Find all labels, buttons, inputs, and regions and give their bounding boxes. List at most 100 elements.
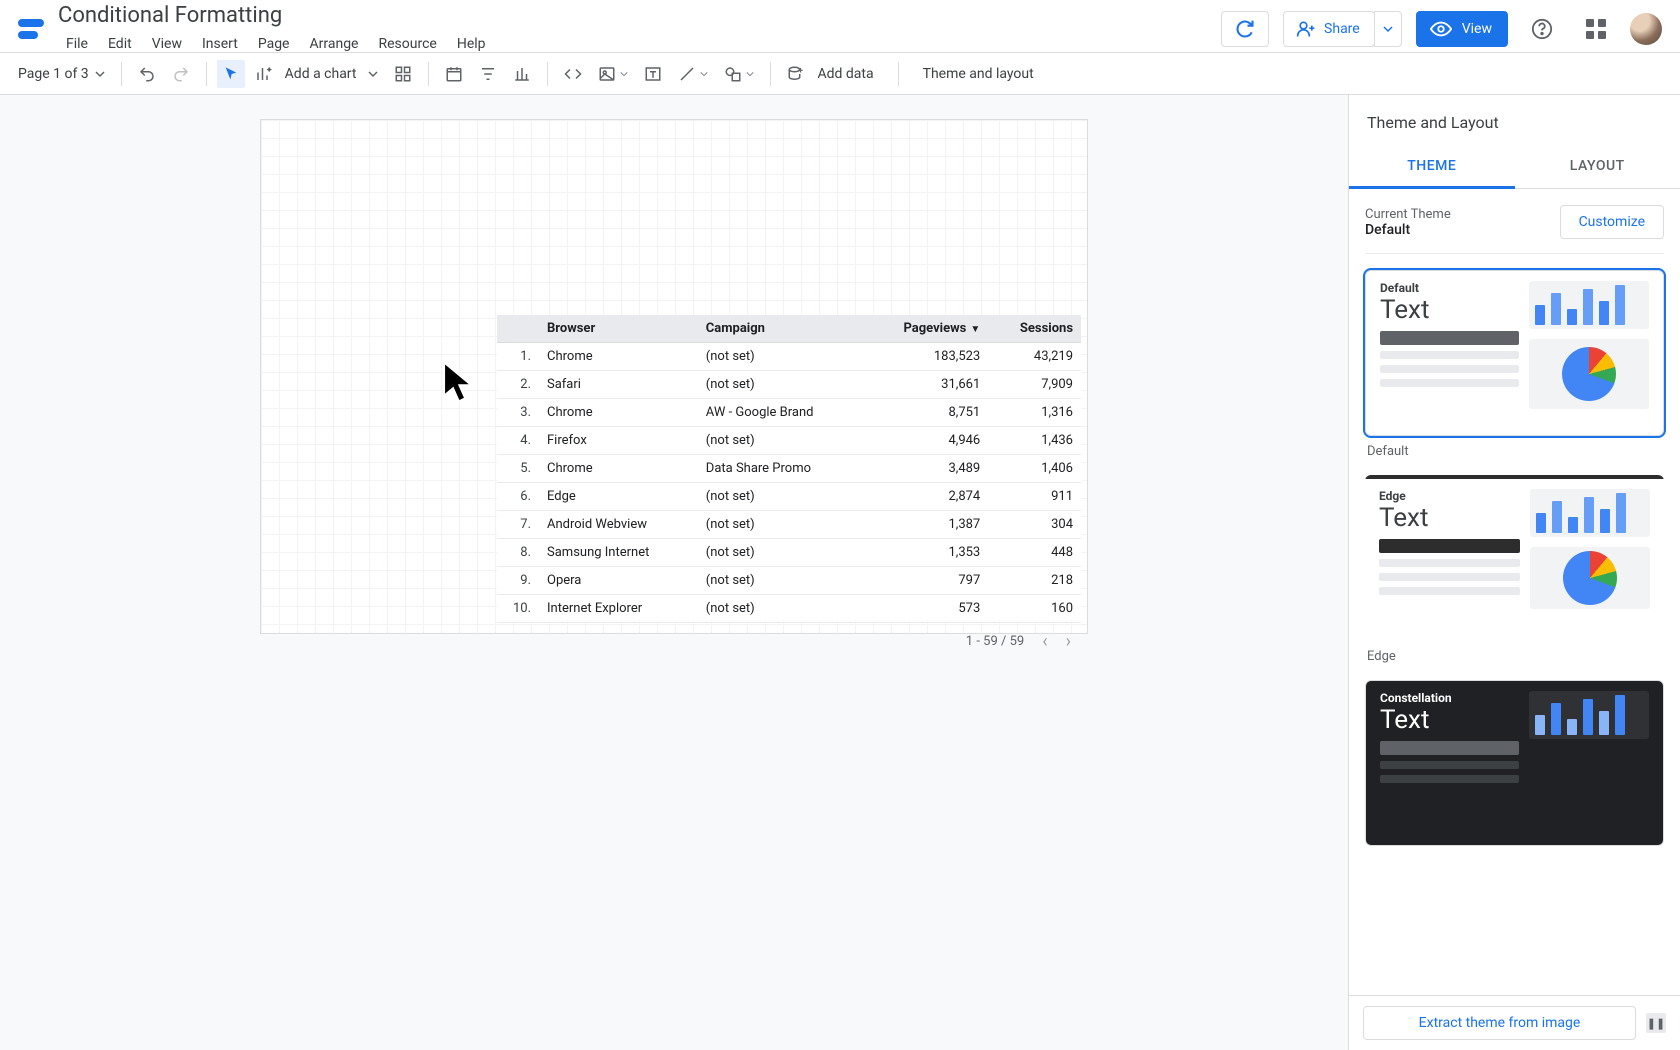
toolbar-separator — [898, 62, 899, 86]
table-header-row: Browser Campaign Pageviews▼ Sessions — [497, 315, 1081, 343]
pager-prev[interactable]: ‹ — [1042, 631, 1047, 652]
table-row[interactable]: 3. Chrome AW - Google Brand 8,751 1,316 — [497, 399, 1081, 427]
col-browser[interactable]: Browser — [539, 315, 698, 343]
filter-control-button[interactable] — [473, 60, 503, 88]
table-chart[interactable]: Browser Campaign Pageviews▼ Sessions 1. … — [497, 315, 1081, 652]
table-row[interactable]: 6. Edge (not set) 2,874 911 — [497, 483, 1081, 511]
date-range-button[interactable] — [439, 60, 469, 88]
cell-browser: Opera — [539, 567, 698, 595]
cell-campaign: (not set) — [698, 371, 864, 399]
table-row[interactable]: 5. Chrome Data Share Promo 3,489 1,406 — [497, 455, 1081, 483]
toolbar-separator — [121, 62, 122, 86]
share-button[interactable]: Share — [1283, 11, 1375, 47]
theme-option-edge[interactable]: Edge Text — [1365, 475, 1664, 641]
cell-sessions: 1,316 — [988, 399, 1081, 427]
report-page[interactable]: Browser Campaign Pageviews▼ Sessions 1. … — [260, 119, 1088, 634]
refresh-icon — [1235, 19, 1255, 39]
person-add-icon — [1296, 19, 1316, 39]
table-row[interactable]: 10. Internet Explorer (not set) 573 160 — [497, 595, 1081, 623]
col-sessions[interactable]: Sessions — [988, 315, 1081, 343]
menu-help[interactable]: Help — [449, 32, 494, 56]
undo-button[interactable] — [132, 60, 162, 88]
theme-layout-panel: Theme and Layout THEME LAYOUT Current Th… — [1348, 95, 1680, 1050]
cell-campaign: Data Share Promo — [698, 455, 864, 483]
theme-option-default[interactable]: Default Text — [1365, 270, 1664, 436]
undo-icon — [138, 65, 156, 83]
redo-button[interactable] — [166, 60, 196, 88]
menu-insert[interactable]: Insert — [194, 32, 246, 56]
view-button[interactable]: View — [1416, 11, 1508, 47]
customize-button[interactable]: Customize — [1560, 205, 1664, 239]
doc-title[interactable]: Conditional Formatting — [58, 3, 494, 30]
table-row[interactable]: 1. Chrome (not set) 183,523 43,219 — [497, 343, 1081, 371]
eye-icon — [1430, 18, 1452, 40]
cell-campaign: (not set) — [698, 567, 864, 595]
col-campaign[interactable]: Campaign — [698, 315, 864, 343]
help-icon — [1531, 18, 1553, 40]
line-button[interactable] — [672, 60, 714, 88]
cell-sessions: 1,436 — [988, 427, 1081, 455]
add-data-button[interactable]: Add data — [781, 60, 887, 88]
cell-sessions: 911 — [988, 483, 1081, 511]
extract-theme-button[interactable]: Extract theme from image — [1363, 1006, 1636, 1040]
pager-range: 1 - 59 / 59 — [966, 634, 1024, 649]
theme-preview-text: Text — [1380, 295, 1519, 325]
table-row[interactable]: 7. Android Webview (not set) 1,387 304 — [497, 511, 1081, 539]
cell-sessions: 1,406 — [988, 455, 1081, 483]
table-row[interactable]: 9. Opera (not set) 797 218 — [497, 567, 1081, 595]
menu-resource[interactable]: Resource — [370, 32, 444, 56]
row-index: 6. — [497, 483, 539, 511]
row-index: 7. — [497, 511, 539, 539]
cell-campaign: (not set) — [698, 539, 864, 567]
tab-theme[interactable]: THEME — [1349, 146, 1515, 189]
selection-tool[interactable] — [217, 60, 245, 88]
community-vis-button[interactable] — [388, 60, 418, 88]
cell-pageviews: 3,489 — [864, 455, 989, 483]
table-row[interactable]: 2. Safari (not set) 31,661 7,909 — [497, 371, 1081, 399]
add-chart-label: Add a chart — [277, 66, 365, 82]
cell-browser: Chrome — [539, 343, 698, 371]
calendar-icon — [445, 65, 463, 83]
shape-button[interactable] — [718, 60, 760, 88]
url-embed-button[interactable] — [558, 60, 588, 88]
theme-layout-button[interactable]: Theme and layout — [909, 60, 1048, 88]
menu-arrange[interactable]: Arrange — [302, 32, 367, 56]
apps-button[interactable] — [1576, 9, 1616, 49]
cell-pageviews: 1,353 — [864, 539, 989, 567]
toolbar-separator — [206, 62, 207, 86]
image-button[interactable] — [592, 60, 634, 88]
pager-next[interactable]: › — [1066, 631, 1071, 652]
menu-edit[interactable]: Edit — [100, 32, 140, 56]
share-dropdown[interactable] — [1374, 11, 1402, 47]
pause-indicator-icon[interactable]: ❚❚ — [1646, 1013, 1666, 1033]
table-row[interactable]: 8. Samsung Internet (not set) 1,353 448 — [497, 539, 1081, 567]
menu-view[interactable]: View — [144, 32, 190, 56]
share-label: Share — [1324, 21, 1360, 37]
text-box-icon — [644, 65, 662, 83]
menu-page[interactable]: Page — [250, 32, 298, 56]
tab-layout[interactable]: LAYOUT — [1515, 146, 1680, 188]
menu-file[interactable]: File — [58, 32, 96, 56]
theme-option-constellation[interactable]: Constellation Text — [1365, 680, 1664, 846]
help-button[interactable] — [1522, 9, 1562, 49]
row-index: 3. — [497, 399, 539, 427]
caret-down-icon — [1383, 24, 1393, 34]
col-pageviews[interactable]: Pageviews▼ — [864, 315, 989, 343]
refresh-button[interactable] — [1221, 11, 1269, 47]
cell-campaign: (not set) — [698, 511, 864, 539]
table-row[interactable]: 4. Firefox (not set) 4,946 1,436 — [497, 427, 1081, 455]
theme-preview-title: Edge — [1379, 489, 1520, 503]
cell-browser: Android Webview — [539, 511, 698, 539]
text-button[interactable] — [638, 60, 668, 88]
add-chart-button[interactable]: Add a chart — [249, 60, 385, 88]
page-selector[interactable]: Page 1 of 3 — [12, 66, 111, 82]
cell-sessions: 160 — [988, 595, 1081, 623]
cell-pageviews: 1,387 — [864, 511, 989, 539]
row-index: 8. — [497, 539, 539, 567]
app-logo-icon[interactable] — [18, 15, 46, 43]
cell-browser: Edge — [539, 483, 698, 511]
data-control-button[interactable] — [507, 60, 537, 88]
menu-bar: File Edit View Insert Page Arrange Resou… — [58, 32, 494, 56]
canvas-area[interactable]: Browser Campaign Pageviews▼ Sessions 1. … — [0, 95, 1348, 1050]
account-avatar[interactable] — [1630, 13, 1662, 45]
